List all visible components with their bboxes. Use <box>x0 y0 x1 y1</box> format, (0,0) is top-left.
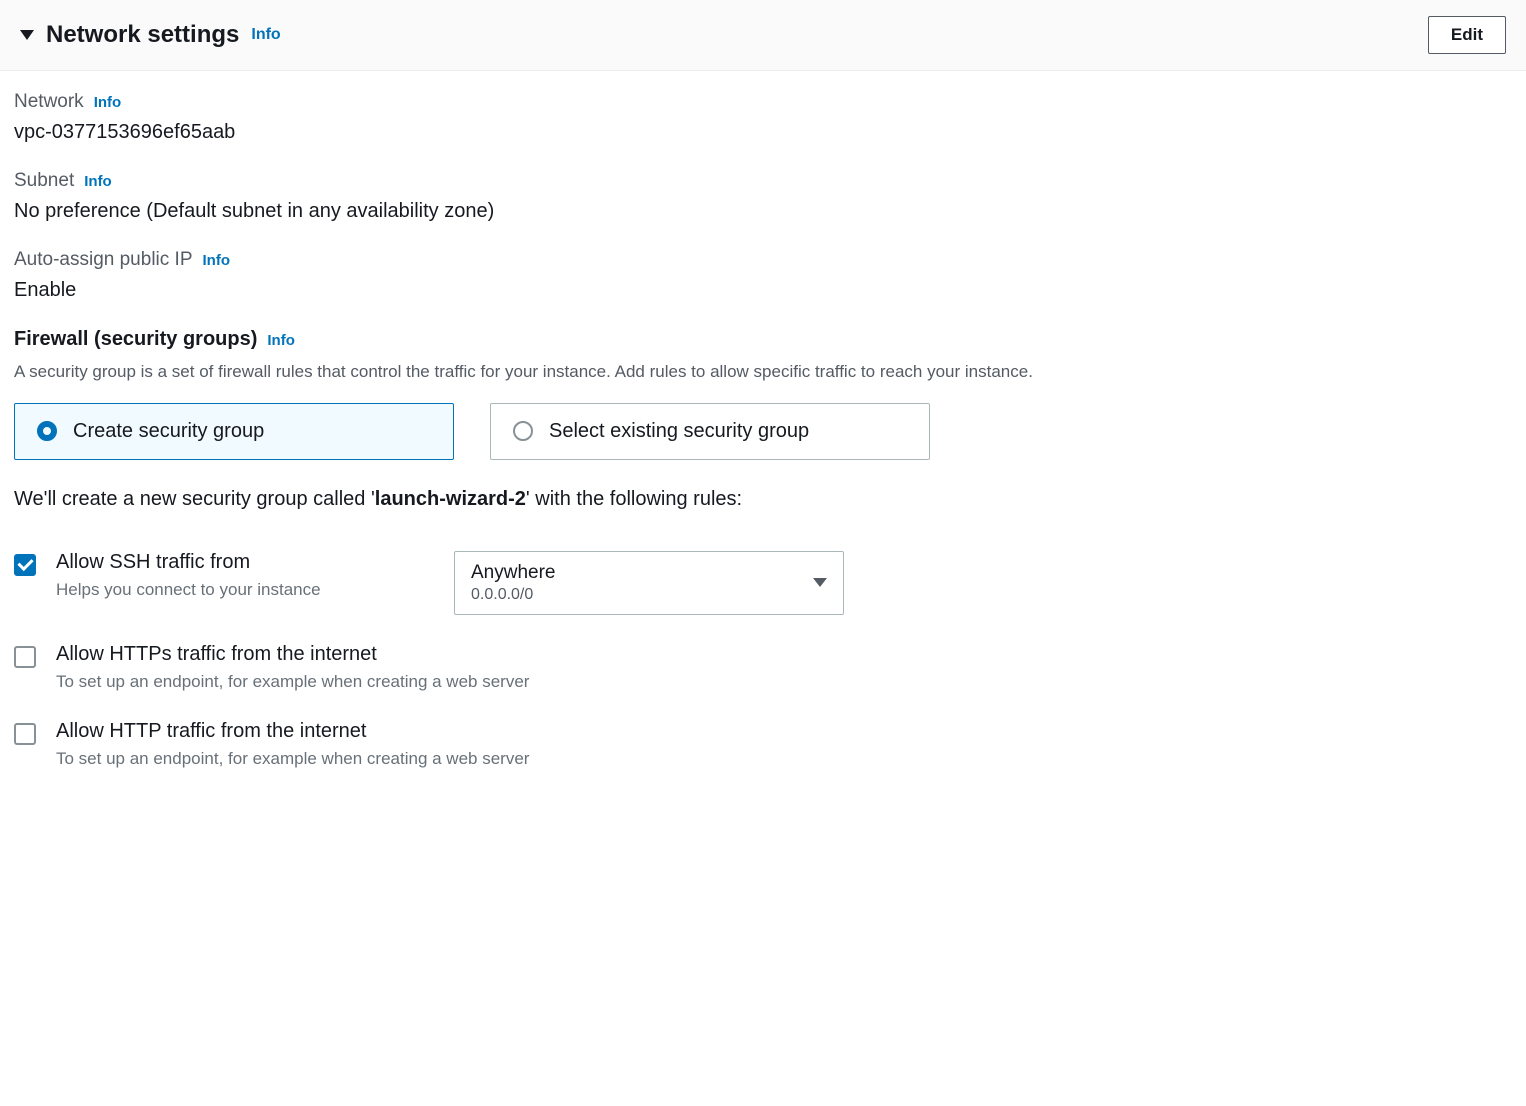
firewall-title: Firewall (security groups) <box>14 328 257 351</box>
subnet-field: Subnet Info No preference (Default subne… <box>14 170 1512 223</box>
ssh-checkbox[interactable] <box>14 554 36 576</box>
https-hint: To set up an endpoint, for example when … <box>56 672 1512 692</box>
https-label: Allow HTTPs traffic from the internet <box>56 643 1512 666</box>
sg-text-post: ' with the following rules: <box>526 488 742 510</box>
publicip-field: Auto-assign public IP Info Enable <box>14 249 1512 302</box>
http-label: Allow HTTP traffic from the internet <box>56 720 1512 743</box>
publicip-info-link[interactable]: Info <box>203 252 231 269</box>
panel-title: Network settings <box>46 21 239 49</box>
radio-create-sg[interactable]: Create security group <box>14 403 454 460</box>
radio-select-label: Select existing security group <box>549 420 809 443</box>
collapse-icon[interactable] <box>20 30 34 40</box>
subnet-value: No preference (Default subnet in any ava… <box>14 200 1512 223</box>
rule-https-row: Allow HTTPs traffic from the internet To… <box>14 643 1512 692</box>
panel-header: Network settings Info Edit <box>0 0 1526 71</box>
edit-button[interactable]: Edit <box>1428 16 1506 54</box>
radio-select-sg[interactable]: Select existing security group <box>490 403 930 460</box>
radio-create-label: Create security group <box>73 420 264 443</box>
ssh-hint: Helps you connect to your instance <box>56 580 434 600</box>
http-checkbox[interactable] <box>14 723 36 745</box>
firewall-info-link[interactable]: Info <box>267 332 295 349</box>
chevron-down-icon <box>813 578 827 587</box>
network-info-link[interactable]: Info <box>94 94 122 111</box>
sg-name: launch-wizard-2 <box>375 488 526 510</box>
https-checkbox[interactable] <box>14 646 36 668</box>
panel-body: Network Info vpc-0377153696ef65aab Subne… <box>0 71 1526 817</box>
network-field: Network Info vpc-0377153696ef65aab <box>14 91 1512 144</box>
ssh-label: Allow SSH traffic from <box>56 551 434 574</box>
network-value: vpc-0377153696ef65aab <box>14 121 1512 144</box>
subnet-info-link[interactable]: Info <box>84 173 112 190</box>
radio-icon <box>513 421 533 441</box>
ssh-source-select[interactable]: Anywhere 0.0.0.0/0 <box>454 551 844 615</box>
http-hint: To set up an endpoint, for example when … <box>56 749 1512 769</box>
subnet-label: Subnet <box>14 170 74 192</box>
firewall-section: Firewall (security groups) Info A securi… <box>14 328 1512 769</box>
rule-http-row: Allow HTTP traffic from the internet To … <box>14 720 1512 769</box>
ssh-source-primary: Anywhere <box>471 562 556 584</box>
sg-radio-group: Create security group Select existing se… <box>14 403 1512 460</box>
rules-list: Allow SSH traffic from Helps you connect… <box>14 551 1512 769</box>
radio-icon <box>37 421 57 441</box>
ssh-source-secondary: 0.0.0.0/0 <box>471 586 556 604</box>
rule-ssh-row: Allow SSH traffic from Helps you connect… <box>14 551 1512 615</box>
panel-header-left: Network settings Info <box>20 21 281 49</box>
sg-text-pre: We'll create a new security group called… <box>14 488 375 510</box>
publicip-label: Auto-assign public IP <box>14 249 193 271</box>
header-info-link[interactable]: Info <box>251 26 280 44</box>
publicip-value: Enable <box>14 279 1512 302</box>
network-label: Network <box>14 91 84 113</box>
firewall-desc: A security group is a set of firewall ru… <box>14 359 1512 385</box>
sg-create-text: We'll create a new security group called… <box>14 488 1512 511</box>
